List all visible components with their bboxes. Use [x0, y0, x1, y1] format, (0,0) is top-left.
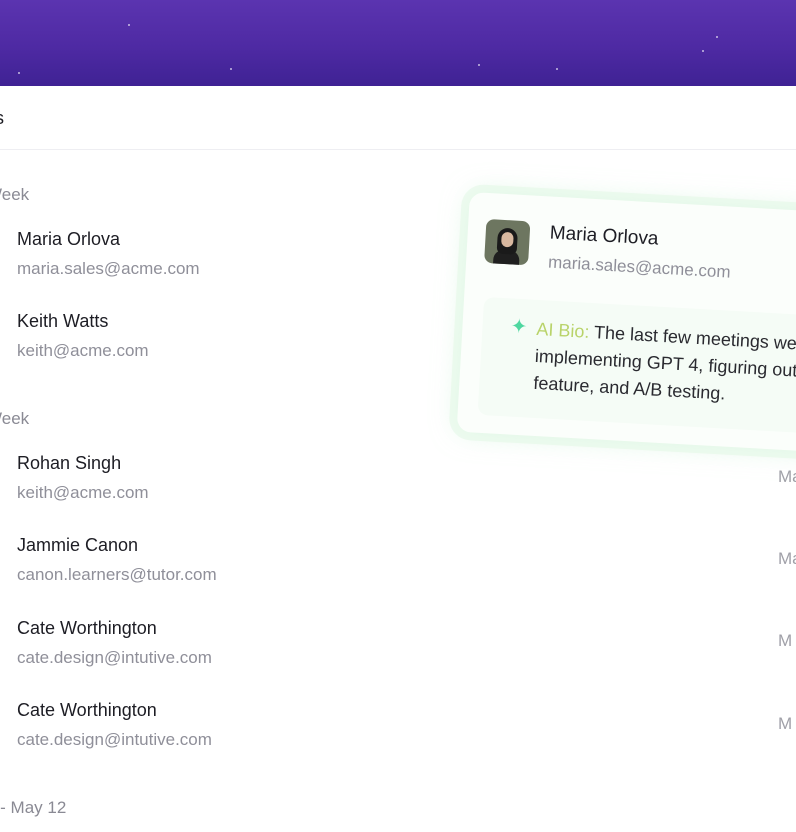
- top-banner: [0, 0, 796, 86]
- contact-name: Cate Worthington: [17, 618, 157, 638]
- ai-bio-box: ✦ AI Bio: The last few meetings were abo…: [477, 296, 796, 439]
- contact-name: Maria Orlova: [17, 229, 121, 249]
- ai-bio-label: AI Bio:: [535, 318, 590, 342]
- banner-star: [230, 68, 232, 70]
- profile-card-name: Maria Orlova: [549, 222, 660, 250]
- contact-date-cut: M: [778, 631, 793, 650]
- contact-email: keith@acme.com: [17, 483, 149, 502]
- banner-star: [128, 24, 130, 26]
- contact-name: Keith Watts: [17, 311, 109, 331]
- contact-email: keith@acme.com: [17, 341, 149, 360]
- section-header-this-week: Week: [0, 185, 30, 204]
- profile-card-email: maria.sales@acme.com: [547, 252, 732, 282]
- contact-email: cate.design@intutive.com: [17, 730, 212, 749]
- avatar: [484, 218, 531, 266]
- page-title: ts: [0, 108, 4, 129]
- contact-row[interactable]: Cate Worthington cate.design@intutive.co…: [17, 699, 317, 751]
- ai-bio-text: AI Bio: The last few meetings were about…: [533, 316, 796, 417]
- contact-email: cate.design@intutive.com: [17, 648, 212, 667]
- banner-star: [18, 72, 20, 74]
- contact-date-cut: Ma: [778, 549, 796, 568]
- banner-star: [478, 64, 480, 66]
- sparkle-icon: ✦: [509, 315, 528, 339]
- contact-email: canon.learners@tutor.com: [17, 565, 217, 584]
- banner-star: [702, 50, 704, 52]
- contact-date-cut: Ma: [778, 467, 796, 486]
- contact-date-cut: M: [778, 714, 793, 733]
- contact-row[interactable]: Keith Watts keith@acme.com: [17, 310, 317, 362]
- contact-row[interactable]: Rohan Singh keith@acme.com: [17, 452, 317, 504]
- contact-name: Jammie Canon: [17, 535, 139, 555]
- contact-row[interactable]: Maria Orlova maria.sales@acme.com: [17, 228, 317, 280]
- contact-row[interactable]: Jammie Canon canon.learners@tutor.com: [17, 534, 317, 586]
- page-title-bar: ts: [0, 86, 796, 150]
- contact-row[interactable]: Cate Worthington cate.design@intutive.co…: [17, 617, 317, 669]
- section-header-last-week: Week: [0, 409, 30, 428]
- contact-email: maria.sales@acme.com: [17, 259, 200, 278]
- banner-star: [556, 68, 558, 70]
- section-header-date-range: 6 - May 12: [0, 798, 67, 817]
- contact-name: Rohan Singh: [17, 453, 122, 473]
- contact-name: Cate Worthington: [17, 700, 157, 720]
- banner-star: [716, 36, 718, 38]
- profile-card: Maria Orlova maria.sales@acme.com ✦ AI B…: [456, 192, 796, 456]
